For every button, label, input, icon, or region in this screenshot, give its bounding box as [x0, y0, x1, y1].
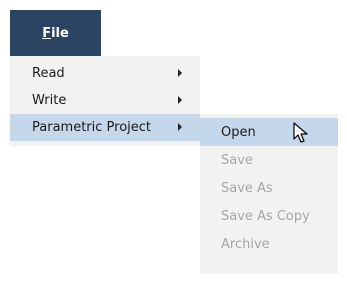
submenu-item-save-as-copy-label: Save As Copy	[221, 208, 310, 224]
submenu-item-open[interactable]: Open	[200, 118, 338, 146]
submenu-item-open-label: Open	[221, 124, 256, 140]
menu-item-read-label: Read	[32, 66, 65, 81]
menu-item-write[interactable]: Write	[10, 87, 200, 114]
submenu-item-archive-label: Archive	[221, 236, 270, 252]
file-menu-mnemonic: F	[42, 25, 52, 41]
submenu-item-archive: Archive	[200, 230, 338, 258]
chevron-right-icon	[178, 123, 182, 131]
file-menu-button[interactable]: File	[10, 10, 101, 56]
submenu-item-save-label: Save	[221, 152, 253, 168]
menu-item-write-label: Write	[32, 93, 67, 108]
submenu-item-save: Save	[200, 146, 338, 174]
menu-item-parametric-project-label: Parametric Project	[32, 120, 152, 135]
file-menu-label: ile	[51, 25, 69, 41]
submenu-item-save-as: Save As	[200, 174, 338, 202]
menu-item-read[interactable]: Read	[10, 60, 200, 87]
menu-item-parametric-project[interactable]: Parametric Project	[10, 114, 200, 141]
parametric-project-submenu: Open Save Save As Save As Copy Archive	[200, 114, 338, 274]
file-dropdown-menu: Read Write Parametric Project	[10, 56, 200, 146]
submenu-item-save-as-copy: Save As Copy	[200, 202, 338, 230]
mouse-pointer-icon	[293, 122, 308, 143]
submenu-item-save-as-label: Save As	[221, 180, 273, 196]
chevron-right-icon	[178, 69, 182, 77]
chevron-right-icon	[178, 96, 182, 104]
